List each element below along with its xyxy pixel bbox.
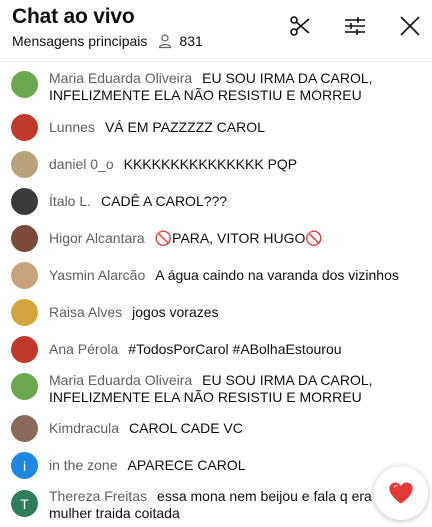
chat-mode-row[interactable]: Mensagens principais 831 xyxy=(12,32,203,50)
message-text: A água caindo na varanda dos vizinhos xyxy=(155,267,399,283)
message-text: VÁ EM PAZZZZZ CAROL xyxy=(104,119,265,135)
author-name[interactable]: Maria Eduarda Oliveira xyxy=(49,372,192,388)
avatar[interactable]: T xyxy=(11,490,38,517)
message-text: #TodosPorCarol #ABolhaEstourou xyxy=(128,341,342,357)
chat-mode-label[interactable]: Mensagens principais xyxy=(12,33,147,49)
avatar[interactable] xyxy=(11,415,38,442)
send-heart-reaction-button[interactable] xyxy=(374,466,428,520)
chat-settings-button[interactable] xyxy=(341,12,369,40)
author-name[interactable]: Ana Pérola xyxy=(49,341,118,357)
avatar[interactable] xyxy=(11,262,38,289)
author-name[interactable]: daniel 0_o xyxy=(49,156,114,172)
avatar[interactable] xyxy=(11,71,38,98)
author-name[interactable]: Thereza Freitas xyxy=(49,488,147,504)
message-text: APARECE CAROL xyxy=(127,457,246,473)
author-name[interactable]: Kimdracula xyxy=(49,420,119,436)
avatar[interactable] xyxy=(11,373,38,400)
avatar[interactable] xyxy=(11,299,38,326)
author-name[interactable]: in the zone xyxy=(49,457,118,473)
author-name[interactable]: Higor Alcantara xyxy=(49,230,145,246)
author-name[interactable]: Raisa Alves xyxy=(49,304,122,320)
person-icon xyxy=(157,33,173,49)
message-text: CAROL CADE VC xyxy=(129,420,243,436)
close-icon xyxy=(400,16,420,36)
author-name[interactable]: Lunnes xyxy=(49,119,95,135)
author-name[interactable]: Ítalo L. xyxy=(49,193,91,209)
author-name[interactable]: Yasmin Alarcão xyxy=(49,267,145,283)
author-name[interactable]: Maria Eduarda Oliveira xyxy=(49,70,192,86)
chat-message-list[interactable]: Maria Eduarda Oliveira EU SOU IRMA DA CAR… xyxy=(0,63,432,527)
message-text: jogos vorazes xyxy=(132,304,219,320)
message-text: CADÊ A CAROL??? xyxy=(101,193,228,209)
heart-icon xyxy=(389,482,413,504)
close-chat-button[interactable] xyxy=(396,12,424,40)
viewer-count: 831 xyxy=(179,33,203,49)
sliders-icon xyxy=(345,17,365,35)
message-text: KKKKKKKKKKKKKKK PQP xyxy=(123,156,298,172)
avatar[interactable]: i xyxy=(11,452,38,479)
chat-title: Chat ao vivo xyxy=(12,5,135,28)
scissors-icon xyxy=(290,16,310,36)
avatar[interactable] xyxy=(11,336,38,363)
avatar[interactable] xyxy=(11,151,38,178)
avatar[interactable] xyxy=(11,114,38,141)
message-text: 🚫PARA, VITOR HUGO🚫 xyxy=(154,230,323,246)
chat-header: Chat ao vivo Mensagens principais 831 xyxy=(0,0,432,62)
avatar[interactable] xyxy=(11,188,38,215)
clip-button[interactable] xyxy=(286,12,314,40)
avatar[interactable] xyxy=(11,225,38,252)
